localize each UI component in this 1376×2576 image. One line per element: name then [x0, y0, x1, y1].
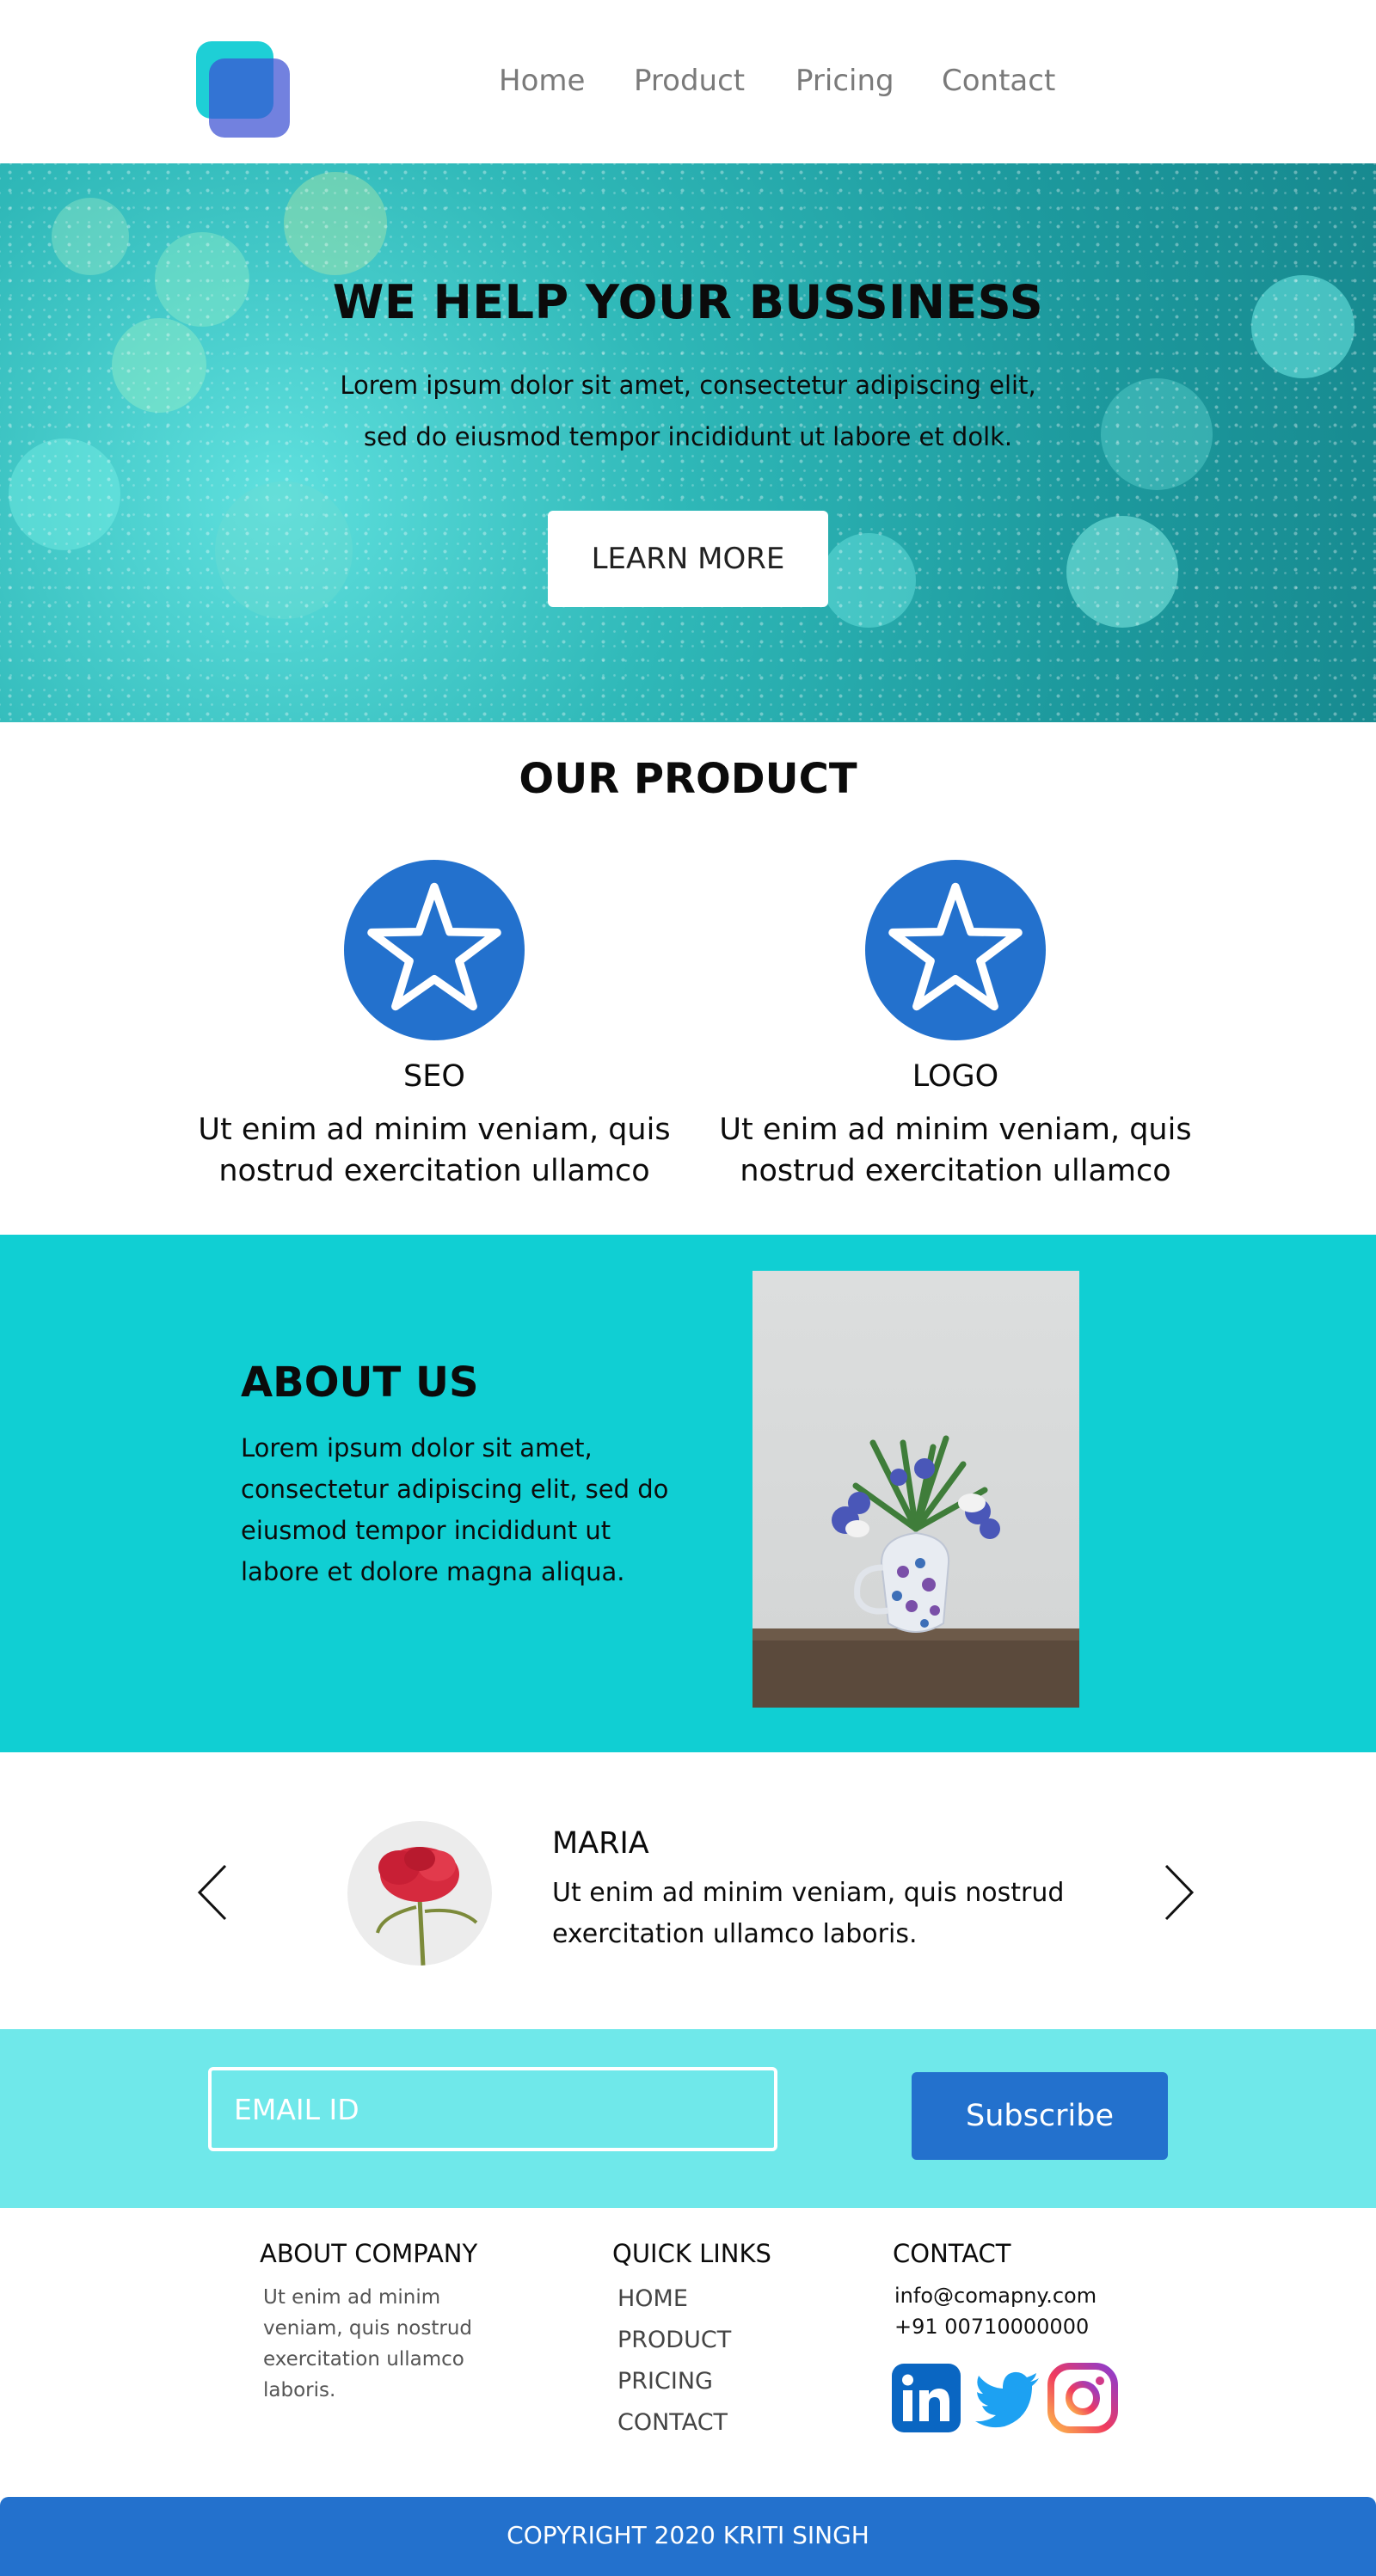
logo-square-front: [209, 58, 290, 138]
avatar: [347, 1821, 492, 1966]
twitter-icon[interactable]: [972, 2363, 1042, 2433]
star-icon: [344, 860, 525, 1040]
email-input[interactable]: [208, 2067, 777, 2151]
about-title: ABOUT US: [241, 1359, 479, 1407]
product-section-title: OUR PRODUCT: [519, 755, 857, 803]
hero-title: WE HELP YOUR BUSSINESS: [332, 275, 1044, 329]
nav-product-link[interactable]: Product: [634, 64, 745, 98]
hero-description: Lorem ipsum dolor sit amet, consectetur …: [340, 371, 1036, 451]
nav-home-link[interactable]: Home: [499, 64, 585, 98]
testimonial-text: Ut enim ad minim veniam, quis nostrud ex…: [552, 1878, 1065, 1949]
nav-contact-link[interactable]: Contact: [942, 64, 1055, 98]
footer-link-pricing[interactable]: PRICING: [617, 2368, 713, 2395]
brand-logo[interactable]: [196, 41, 291, 138]
footer-about-text: Ut enim ad minim veniam, quis nostrud ex…: [263, 2286, 472, 2401]
next-arrow-icon[interactable]: [1161, 1862, 1195, 1923]
footer-link-contact[interactable]: CONTACT: [617, 2409, 728, 2436]
site-footer: ABOUT COMPANY Ut enim ad minim veniam, q…: [0, 2208, 1376, 2497]
footer-link-home[interactable]: HOME: [617, 2285, 688, 2312]
learn-more-button[interactable]: LEARN MORE: [548, 511, 828, 607]
testimonial-section: MARIA Ut enim ad minim veniam, quis nost…: [0, 1752, 1376, 2029]
instagram-icon[interactable]: [1047, 2363, 1118, 2433]
site-header: Home Product Pricing Contact: [0, 0, 1376, 163]
about-text: Lorem ipsum dolor sit amet, consectetur …: [241, 1433, 669, 1586]
hero-banner: WE HELP YOUR BUSSINESS Lorem ipsum dolor…: [0, 163, 1376, 722]
nav-pricing-link[interactable]: Pricing: [796, 64, 894, 98]
product-card-text: Ut enim ad minim veniam, quis nostrud ex…: [198, 1113, 671, 1188]
contact-email[interactable]: info@comapny.com: [894, 2284, 1096, 2308]
footer-link-product[interactable]: PRODUCT: [617, 2327, 731, 2353]
footer-links-heading: QUICK LINKS: [612, 2239, 771, 2268]
copyright-text: COPYRIGHT 2020 KRITI SINGH: [507, 2521, 869, 2549]
copyright-bar: COPYRIGHT 2020 KRITI SINGH: [0, 2497, 1376, 2576]
footer-about-heading: ABOUT COMPANY: [260, 2239, 478, 2268]
subscribe-section: Subscribe: [0, 2029, 1376, 2208]
product-card-title: LOGO: [912, 1059, 999, 1094]
footer-contact-heading: CONTACT: [893, 2239, 1011, 2268]
star-icon: [865, 860, 1046, 1040]
contact-phone: +91 00710000000: [894, 2315, 1090, 2339]
product-card-title: SEO: [403, 1059, 465, 1094]
product-card-text: Ut enim ad minim veniam, quis nostrud ex…: [719, 1113, 1192, 1188]
about-section: ABOUT US Lorem ipsum dolor sit amet, con…: [0, 1235, 1376, 1752]
subscribe-button[interactable]: Subscribe: [912, 2072, 1168, 2160]
flower-vase-image: [752, 1271, 1079, 1708]
linkedin-icon[interactable]: [891, 2363, 961, 2433]
testimonial-name: MARIA: [552, 1826, 649, 1861]
previous-arrow-icon[interactable]: [196, 1862, 230, 1923]
